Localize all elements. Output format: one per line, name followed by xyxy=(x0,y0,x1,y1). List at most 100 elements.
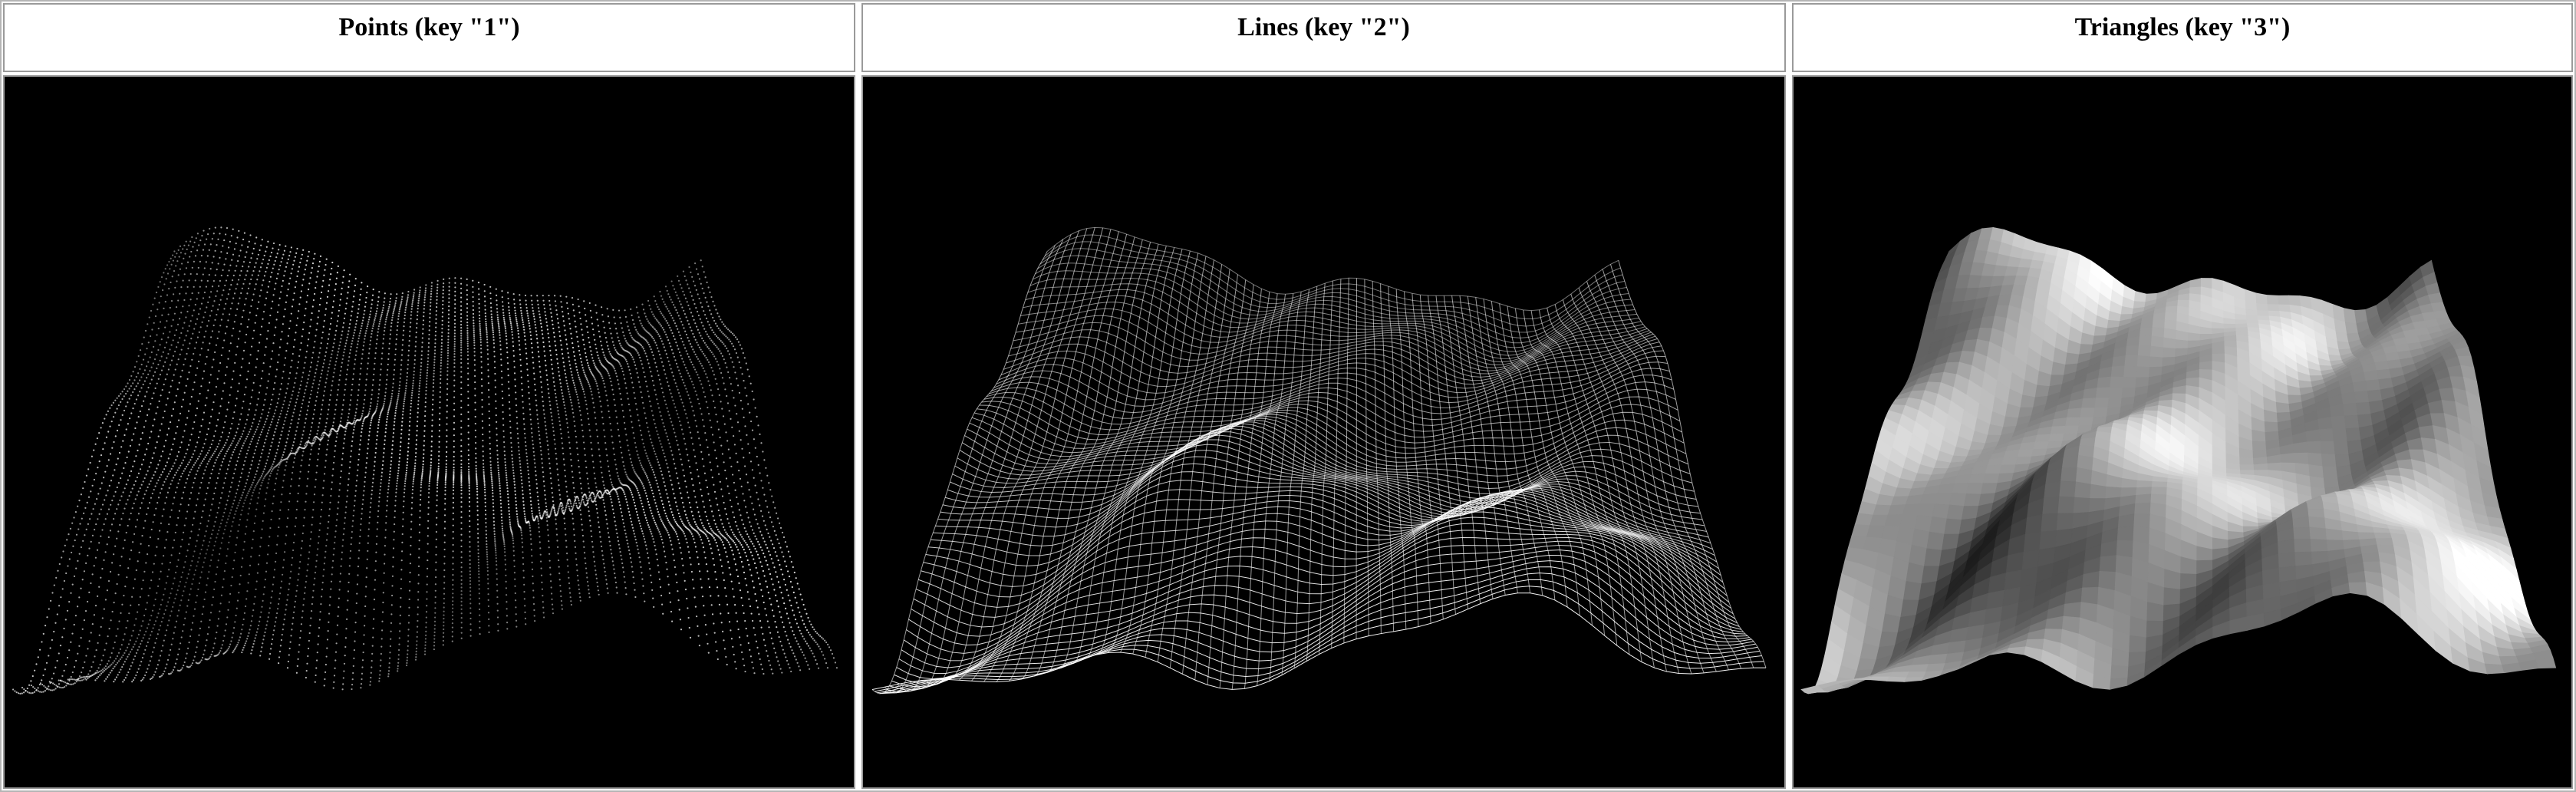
terrain-vertex-point xyxy=(156,441,158,444)
terrain-vertex-point xyxy=(256,426,259,428)
terrain-vertex-point xyxy=(509,315,511,317)
terrain-vertex-point xyxy=(466,315,469,317)
terrain-vertex-point xyxy=(424,287,427,289)
terrain-vertex-point xyxy=(202,418,204,421)
terrain-vertex-point xyxy=(680,492,682,494)
terrain-vertex-point xyxy=(312,382,315,384)
terrain-vertex-point xyxy=(396,293,398,295)
terrain-vertex-point xyxy=(259,456,262,458)
terrain-vertex-point xyxy=(397,398,399,401)
terrain-vertex-point xyxy=(417,305,420,307)
terrain-vertex-point xyxy=(265,338,268,340)
terrain-vertex-point xyxy=(603,484,605,487)
terrain-vertex-point xyxy=(639,356,641,359)
terrain-vertex-point xyxy=(120,477,122,480)
terrain-vertex-point xyxy=(413,467,416,470)
terrain-vertex-point xyxy=(654,361,657,364)
terrain-vertex-point xyxy=(572,476,574,479)
terrain-vertex-point xyxy=(253,329,255,332)
terrain-vertex-point xyxy=(565,338,568,341)
terrain-vertex-point xyxy=(215,459,217,461)
terrain-vertex-point xyxy=(378,416,380,419)
terrain-vertex-point xyxy=(343,437,346,440)
terrain-vertex-point xyxy=(703,310,705,312)
terrain-vertex-point xyxy=(483,468,485,471)
terrain-vertex-point xyxy=(499,332,501,334)
terrain-vertex-point xyxy=(110,503,112,506)
terrain-vertex-point xyxy=(270,307,272,309)
terrain-vertex-point xyxy=(453,355,456,358)
terrain-vertex-point xyxy=(496,311,499,313)
terrain-vertex-point xyxy=(516,432,519,435)
terrain-vertex-point xyxy=(112,474,114,477)
terrain-vertex-point xyxy=(685,448,687,450)
terrain-vertex-point xyxy=(665,353,667,355)
terrain-vertex-point xyxy=(401,292,404,295)
terrain-vertex-point xyxy=(115,464,117,466)
terrain-vertex-point xyxy=(138,444,140,446)
terrain-vertex-point xyxy=(231,378,233,381)
terrain-vertex-point xyxy=(651,410,653,412)
terrain-vertex-point xyxy=(460,413,463,415)
terrain-vertex-point xyxy=(489,452,492,455)
terrain-vertex-point xyxy=(641,434,643,437)
terrain-vertex-point xyxy=(466,332,469,334)
terrain-vertex-point xyxy=(490,475,492,477)
terrain-vertex-point xyxy=(545,424,547,427)
terrain-vertex-point xyxy=(329,394,331,396)
terrain-vertex-point xyxy=(521,382,523,384)
terrain-vertex-point xyxy=(661,474,664,476)
terrain-vertex-point xyxy=(530,507,533,510)
terrain-vertex-point xyxy=(573,315,575,317)
terrain-vertex-point xyxy=(201,235,203,237)
terrain-vertex-point xyxy=(689,466,691,468)
terrain-vertex-point xyxy=(418,292,421,294)
terrain-vertex-point xyxy=(620,322,622,325)
terrain-vertex-point xyxy=(316,433,318,435)
terrain-vertex-point xyxy=(687,497,690,499)
terrain-vertex-point xyxy=(553,335,555,338)
terrain-vertex-point xyxy=(197,436,200,439)
terrain-vertex-point xyxy=(345,339,348,342)
terrain-vertex-point xyxy=(239,480,241,483)
terrain-vertex-point xyxy=(322,394,325,397)
terrain-vertex-point xyxy=(492,332,495,334)
terrain-vertex-point xyxy=(679,318,681,320)
terrain-vertex-point xyxy=(732,511,734,513)
terrain-vertex-point xyxy=(309,366,311,368)
terrain-vertex-point xyxy=(707,305,710,308)
terrain-vertex-point xyxy=(548,457,550,460)
terrain-vertex-point xyxy=(746,434,748,436)
terrain-vertex-point xyxy=(544,421,546,423)
terrain-vertex-point xyxy=(633,323,635,325)
terrain-vertex-point xyxy=(242,266,244,268)
terrain-vertex-point xyxy=(762,487,764,489)
terrain-vertex-point xyxy=(680,321,683,323)
terrain-vertex-point xyxy=(631,356,634,358)
terrain-vertex-point xyxy=(628,449,630,451)
terrain-vertex-point xyxy=(108,484,110,487)
terrain-vertex-point xyxy=(584,348,586,350)
terrain-vertex-point xyxy=(568,441,571,444)
terrain-vertex-point xyxy=(666,407,668,409)
terrain-vertex-point xyxy=(166,320,168,322)
terrain-vertex-point xyxy=(267,329,269,332)
terrain-vertex-point xyxy=(588,385,591,388)
terrain-vertex-point xyxy=(466,307,469,309)
terrain-vertex-point xyxy=(517,441,519,444)
terrain-vertex-point xyxy=(262,445,265,447)
terrain-vertex-point xyxy=(763,459,766,461)
terrain-vertex-point xyxy=(460,387,463,390)
terrain-vertex-point xyxy=(437,465,440,467)
terrain-vertex-point xyxy=(431,408,434,411)
terrain-vertex-point xyxy=(525,299,527,302)
terrain-vertex-point xyxy=(442,299,444,302)
terrain-vertex-point xyxy=(250,464,252,466)
terrain-vertex-point xyxy=(84,480,86,483)
terrain-vertex-point xyxy=(294,286,296,289)
terrain-vertex-point xyxy=(446,435,448,437)
terrain-vertex-point xyxy=(536,338,539,340)
terrain-vertex-point xyxy=(705,357,707,359)
terrain-vertex-point xyxy=(286,342,288,345)
terrain-vertex-point xyxy=(263,424,265,426)
